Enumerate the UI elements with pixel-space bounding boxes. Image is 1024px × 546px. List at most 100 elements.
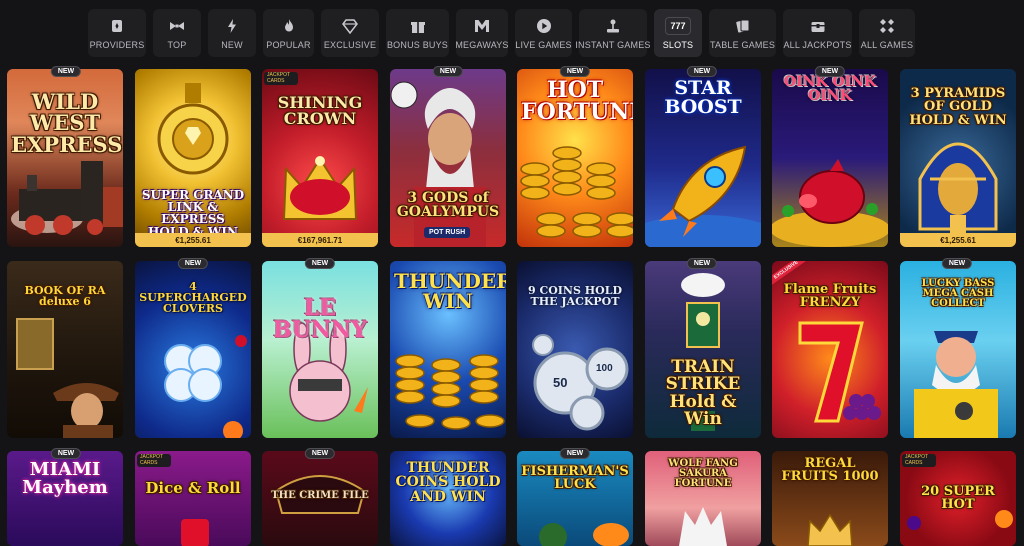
pot-rush-tag: POT RUSH [424, 227, 471, 238]
game-title: Dice & Roll [145, 479, 241, 497]
game-title: STAR BOOST [664, 77, 742, 119]
nav-all-games[interactable]: ALL GAMES [859, 9, 915, 57]
nav-slots[interactable]: 777 SLOTS [654, 9, 702, 57]
new-badge: NEW [50, 448, 82, 459]
game-tile-lucky-bass[interactable]: LUCKY BASS MEGA CASH COLLECT [900, 261, 1016, 438]
new-badge: NEW [304, 448, 336, 459]
nav-instant-games[interactable]: INSTANT GAMES [575, 9, 650, 57]
slots-777-icon: 777 [665, 16, 691, 35]
game-tile-super-grand-link-express[interactable]: SUPER GRAND LINK & EXPRESS HOLD & WIN €1… [135, 69, 251, 247]
nav-exclusive[interactable]: EXCLUSIVE [321, 9, 379, 57]
lightning-icon [224, 17, 240, 35]
game-tile-thunder-win[interactable]: THUNDER WIN [390, 261, 506, 438]
game-title: SHINING CROWN [277, 93, 363, 129]
game-title: Flame Fruits FRENZY [783, 282, 877, 311]
flame-icon [281, 17, 297, 35]
game-title: THUNDER WIN [394, 269, 506, 314]
new-badge: NEW [686, 66, 718, 77]
nav-label: POPULAR [266, 39, 311, 50]
game-tile-flame-fruits-frenzy[interactable]: EXCLUSIVE Flame Fruits FRENZY [772, 261, 888, 438]
game-title: 3 GODS of GOALYMPUS [396, 190, 500, 221]
new-badge: NEW [50, 66, 82, 77]
game-title: 4 SUPERCHARGED CLOVERS [139, 280, 247, 316]
zeus-illustration [390, 81, 486, 247]
cards-icon [735, 17, 751, 35]
jackpot-amount: €167,961.71 [262, 233, 378, 247]
nav-bonus-buys[interactable]: BONUS BUYS [386, 9, 449, 57]
jackpot-chest-icon [810, 17, 826, 35]
nav-label: MEGAWAYS [455, 39, 509, 50]
game-tile-hot-fortune[interactable]: HOT FORTUNE [517, 69, 633, 247]
nav-live-games[interactable]: LIVE GAMES [515, 9, 572, 57]
providers-icon [109, 17, 125, 35]
game-title: WOLF FANG SAKURA FORTUNE [668, 458, 738, 490]
game-tile-thunder-coins[interactable]: THUNDER COINS HOLD AND WIN [390, 451, 506, 546]
game-tile-dice-and-roll[interactable]: JACKPOT CARDS Dice & Roll [135, 451, 251, 546]
game-tile-oink-oink-oink[interactable]: OINK OINK OINK [772, 69, 888, 247]
play-icon [536, 17, 552, 35]
new-badge: NEW [177, 258, 209, 269]
game-tile-star-boost[interactable]: STAR BOOST [645, 69, 761, 247]
nav-popular[interactable]: POPULAR [263, 9, 314, 57]
new-badge: NEW [941, 258, 973, 269]
game-tile-book-of-ra-deluxe-6[interactable]: BOOK OF RA deluxe 6 [7, 261, 123, 438]
game-tile-regal-fruits-1000[interactable]: REGAL FRUITS 1000 [772, 451, 888, 546]
nav-table-games[interactable]: TABLE GAMES [709, 9, 776, 57]
game-tile-wolf-fang[interactable]: WOLF FANG SAKURA FORTUNE [645, 451, 761, 546]
nav-label: TABLE GAMES [709, 39, 776, 50]
game-tile-le-bunny[interactable]: LE BUNNY [262, 261, 378, 438]
category-nav: PROVIDERS TOP NEW POPULAR EXCLUSIVE BONU… [88, 9, 915, 57]
new-badge: NEW [304, 258, 336, 269]
game-title: THE CRIME FILE [271, 490, 369, 501]
nav-label: EXCLUSIVE [323, 39, 377, 50]
game-title: FISHERMAN'S LUCK [521, 464, 629, 493]
jackpot-amount: €1,255.61 [900, 233, 1016, 247]
nav-megaways[interactable]: MEGAWAYS [455, 9, 509, 57]
game-tile-4-supercharged-clovers[interactable]: 4 SUPERCHARGED CLOVERS [135, 261, 251, 438]
gift-icon [410, 17, 426, 35]
game-tile-miami-mayhem[interactable]: MIAMI Mayhem [7, 451, 123, 546]
game-tile-fishermans-luck[interactable]: FISHERMAN'S LUCK [517, 451, 633, 546]
bunny-illustration [289, 322, 368, 422]
game-tile-3-gods-of-goalympus[interactable]: 3 GODS of GOALYMPUS POT RUSH [390, 69, 506, 247]
game-tile-train-strike[interactable]: TRAIN STRIKE Hold & Win [645, 261, 761, 438]
new-badge: NEW [814, 66, 846, 77]
game-title: MIAMI Mayhem [22, 459, 108, 499]
game-title: 3 PYRAMIDS OF GOLD HOLD & WIN [909, 86, 1007, 128]
megaways-icon [474, 17, 490, 35]
nav-providers[interactable]: PROVIDERS [88, 9, 146, 57]
game-tile-3-pyramids-of-gold[interactable]: 3 PYRAMIDS OF GOLD HOLD & WIN €1,255.61 [900, 69, 1016, 247]
game-title: BOOK OF RA deluxe 6 [24, 284, 106, 309]
diamond-icon [342, 17, 358, 35]
game-title: LUCKY BASS MEGA CASH COLLECT [921, 278, 995, 310]
nav-top[interactable]: TOP [153, 9, 201, 57]
game-title: SUPER GRAND LINK & EXPRESS HOLD & WIN [141, 188, 245, 239]
game-tile-shining-crown[interactable]: JACKPOT CARDS SHINING CROWN €167,961.71 [262, 69, 378, 247]
game-title: 9 COINS HOLD THE JACKPOT [527, 284, 623, 309]
game-title: TRAIN STRIKE Hold & Win [665, 357, 741, 429]
slots-icon-text: 777 [670, 20, 686, 31]
game-title: 20 SUPER HOT [921, 484, 995, 513]
game-tile-the-crime-file[interactable]: THE CRIME FILE [262, 451, 378, 546]
game-tile-9-coins[interactable]: 50 100 9 COINS HOLD THE JACKPOT [517, 261, 633, 438]
game-title: REGAL FRUITS 1000 [781, 456, 879, 485]
bowtie-icon [169, 17, 185, 35]
game-title: WILD WEST EXPRESS [11, 89, 123, 157]
joystick-icon [605, 17, 621, 35]
nav-label: TOP [167, 39, 187, 50]
game-tile-wild-west-express[interactable]: WILD WEST EXPRESS [7, 69, 123, 247]
nav-new[interactable]: NEW [208, 9, 256, 57]
jackpot-amount: €1,255.61 [135, 233, 251, 247]
game-tile-20-super-hot[interactable]: JACKPOT CARDS 20 SUPER HOT [900, 451, 1016, 546]
new-badge: NEW [686, 258, 718, 269]
nav-label: BONUS BUYS [386, 39, 448, 50]
nav-all-jackpots[interactable]: ALL JACKPOTS [783, 9, 852, 57]
all-games-icon [879, 17, 895, 35]
nav-label: NEW [221, 39, 243, 50]
game-title: HOT FORTUNE [521, 77, 633, 126]
nav-label: PROVIDERS [89, 39, 145, 50]
nav-label: INSTANT GAMES [575, 39, 651, 50]
nav-label: ALL JACKPOTS [783, 39, 852, 50]
nav-label: LIVE GAMES [515, 39, 572, 50]
new-badge: NEW [559, 66, 591, 77]
